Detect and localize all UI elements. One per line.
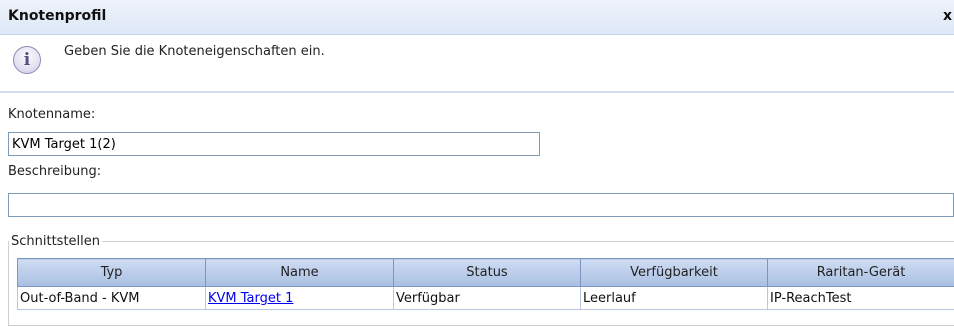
column-header-status[interactable]: Status [393, 258, 581, 287]
cell-name: KVM Target 1 [205, 286, 394, 310]
node-name-input[interactable] [8, 132, 540, 156]
info-message: Geben Sie die Knoteneigenschaften ein. [64, 44, 325, 59]
cell-availability: Leerlauf [580, 286, 768, 310]
description-input[interactable] [8, 193, 954, 217]
close-icon[interactable]: x [943, 8, 952, 24]
table-header-row: Typ Name Status Verfügbarkeit Raritan-Ge… [17, 258, 954, 287]
interfaces-table: Typ Name Status Verfügbarkeit Raritan-Ge… [17, 258, 954, 310]
interfaces-legend: Schnittstellen [11, 234, 101, 249]
interface-name-link[interactable]: KVM Target 1 [208, 291, 293, 306]
column-header-device[interactable]: Raritan-Gerät [767, 258, 954, 287]
dialog-titlebar: Knotenprofil x [0, 0, 954, 35]
description-label: Beschreibung: [8, 164, 102, 179]
info-banner: i Geben Sie die Knoteneigenschaften ein. [0, 35, 954, 93]
column-header-type[interactable]: Typ [17, 258, 206, 287]
cell-device: IP-ReachTest [767, 286, 954, 310]
cell-type: Out-of-Band - KVM [17, 286, 206, 310]
column-header-availability[interactable]: Verfügbarkeit [580, 258, 768, 287]
node-name-label: Knotenname: [8, 107, 96, 122]
dialog-title: Knotenprofil [8, 8, 107, 24]
cell-status: Verfügbar [393, 286, 581, 310]
column-header-name[interactable]: Name [205, 258, 394, 287]
table-row[interactable]: Out-of-Band - KVM KVM Target 1 Verfügbar… [17, 286, 954, 310]
info-icon: i [13, 46, 41, 74]
